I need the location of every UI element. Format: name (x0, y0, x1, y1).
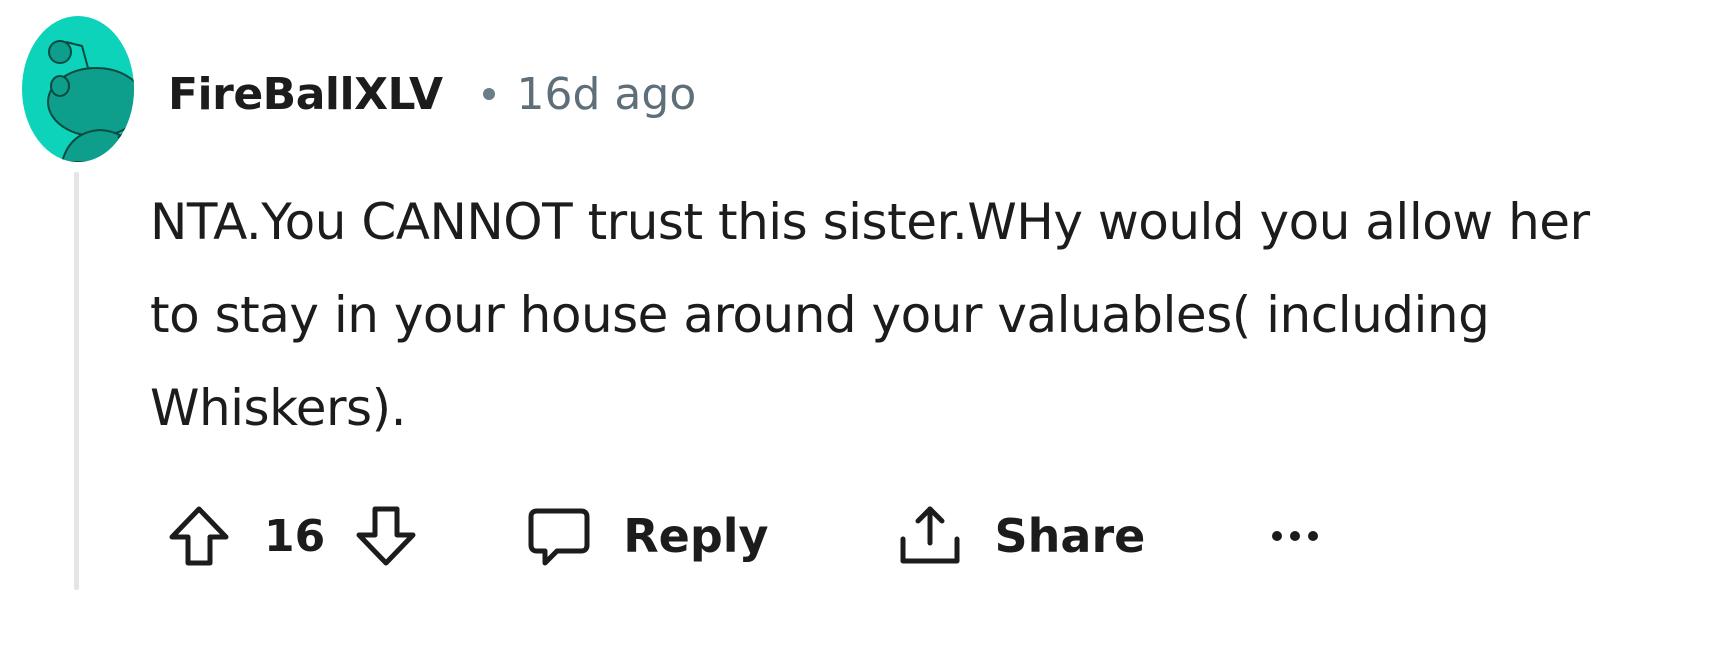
reply-button[interactable]: Reply (525, 503, 769, 569)
ellipsis-icon (1272, 531, 1319, 541)
comment-timestamp[interactable]: 16d ago (517, 69, 697, 120)
vote-score: 16 (264, 510, 326, 562)
more-options-button[interactable] (1271, 526, 1319, 546)
thread-line[interactable] (74, 172, 79, 590)
share-label: Share (994, 509, 1146, 563)
share-upload-icon (897, 503, 963, 569)
arrow-down-outline-icon (356, 506, 416, 566)
snoo-avatar-icon (22, 16, 134, 162)
comment-actions: 16 Reply Share (166, 496, 1319, 576)
share-button[interactable]: Share (897, 503, 1146, 569)
downvote-button[interactable] (353, 503, 419, 569)
comment-meta: FireBallXLV 16d ago (168, 62, 696, 126)
reply-label: Reply (623, 509, 769, 563)
comment: FireBallXLV 16d ago NTA.You CANNOT trust… (0, 0, 1724, 649)
user-avatar[interactable] (22, 16, 134, 162)
arrow-up-outline-icon (169, 506, 229, 566)
upvote-button[interactable] (166, 503, 232, 569)
comment-body: NTA.You CANNOT trust this sister.WHy wou… (150, 193, 1590, 437)
speech-bubble-icon (525, 503, 591, 569)
username[interactable]: FireBallXLV (168, 69, 443, 120)
separator-dot (482, 88, 495, 100)
